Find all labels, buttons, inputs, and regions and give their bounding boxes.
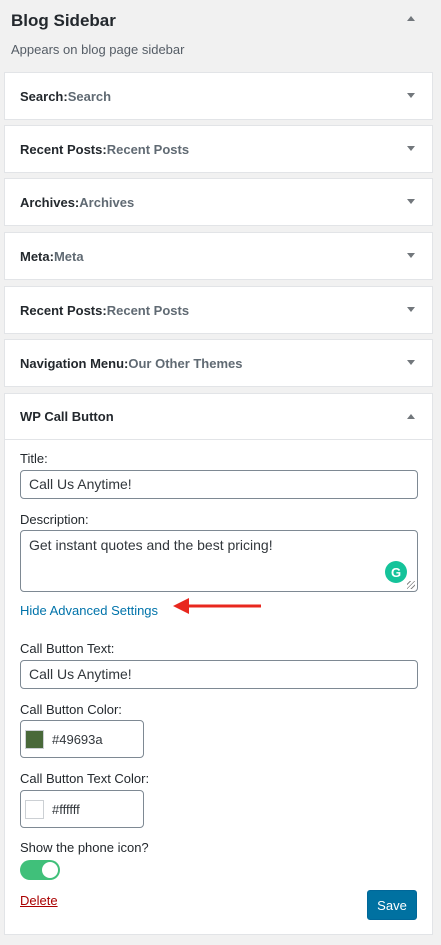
call-button-text-color-picker[interactable]: #ffffff — [20, 790, 144, 828]
widget-recent-posts[interactable]: Recent Posts: Recent Posts — [4, 125, 433, 173]
widget-header[interactable]: WP Call Button — [5, 394, 432, 440]
expand-arrow-icon[interactable] — [407, 360, 415, 365]
title-input[interactable]: Call Us Anytime! — [20, 470, 418, 499]
widget-instance-title: Recent Posts — [106, 141, 190, 157]
expand-arrow-icon[interactable] — [407, 146, 415, 151]
collapse-arrow-icon[interactable] — [407, 414, 415, 419]
widget-search[interactable]: Search: Search — [4, 72, 433, 120]
description-text: Get instant quotes and the best pricing! — [29, 537, 273, 553]
widget-name: Navigation Menu — [20, 355, 125, 371]
widget-name: Archives — [20, 194, 75, 210]
widget-instance-title: Our Other Themes — [128, 355, 243, 371]
widget-instance-title: Search — [67, 88, 112, 104]
title-label: Title: — [20, 451, 48, 466]
expand-arrow-icon[interactable] — [407, 253, 415, 258]
phone-icon-toggle[interactable] — [20, 860, 60, 880]
call-button-text-label: Call Button Text: — [20, 641, 115, 656]
call-button-text-input[interactable]: Call Us Anytime! — [20, 660, 418, 689]
sidebar-title: Blog Sidebar — [11, 11, 116, 30]
color-value: #ffffff — [52, 801, 80, 817]
widget-archives[interactable]: Archives: Archives — [4, 178, 433, 226]
widget-instance-title: Meta — [53, 248, 84, 264]
widget-name: Recent Posts — [20, 141, 103, 157]
color-swatch — [25, 799, 44, 819]
widget-instance-title: Archives — [79, 194, 135, 210]
annotation-arrow-icon — [173, 598, 261, 614]
widget-meta[interactable]: Meta: Meta — [4, 232, 433, 280]
phone-icon-label: Show the phone icon? — [20, 840, 149, 855]
widget-name: Search — [20, 88, 64, 104]
widget-name: WP Call Button — [20, 409, 114, 424]
widget-wp-call-button: WP Call Button Title: Call Us Anytime! D… — [4, 393, 433, 935]
call-button-color-picker[interactable]: #49693a — [20, 720, 144, 758]
widget-name: Meta — [20, 248, 50, 264]
resize-handle-icon[interactable] — [407, 581, 415, 589]
hide-advanced-settings-link[interactable]: Hide Advanced Settings — [20, 603, 158, 618]
color-value: #49693a — [52, 731, 103, 747]
widget-instance-title: Recent Posts — [106, 302, 190, 318]
expand-arrow-icon[interactable] — [407, 93, 415, 98]
sidebar-description: Appears on blog page sidebar — [11, 42, 185, 57]
sidebar-header: Blog Sidebar Appears on blog page sideba… — [0, 0, 441, 68]
description-label: Description: — [20, 512, 89, 527]
call-button-color-label: Call Button Color: — [20, 702, 122, 717]
save-button[interactable]: Save — [367, 890, 417, 920]
widget-name: Recent Posts — [20, 302, 103, 318]
toggle-knob — [42, 862, 58, 878]
expand-arrow-icon[interactable] — [407, 199, 415, 204]
call-button-text-color-label: Call Button Text Color: — [20, 771, 150, 786]
widget-navigation-menu[interactable]: Navigation Menu: Our Other Themes — [4, 339, 433, 387]
widget-recent-posts-2[interactable]: Recent Posts: Recent Posts — [4, 286, 433, 334]
delete-link[interactable]: Delete — [20, 893, 58, 908]
expand-arrow-icon[interactable] — [407, 307, 415, 312]
collapse-sidebar-icon[interactable] — [407, 16, 415, 21]
color-swatch — [25, 729, 44, 749]
description-textarea[interactable]: Get instant quotes and the best pricing!… — [20, 530, 418, 592]
grammarly-icon[interactable]: G — [385, 561, 407, 583]
